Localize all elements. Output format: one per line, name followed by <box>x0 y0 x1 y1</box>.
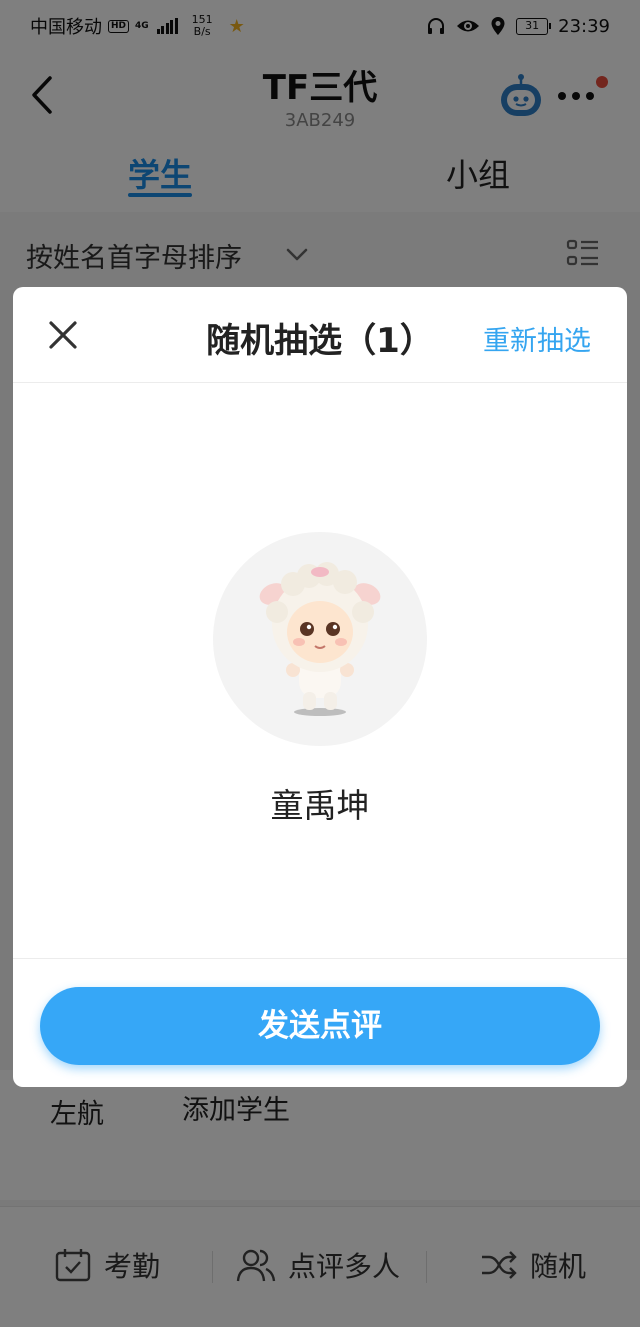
redraw-button[interactable]: 重新抽选 <box>483 319 591 358</box>
divider <box>13 958 627 959</box>
student-avatar <box>213 532 427 746</box>
lamb-costume-avatar-icon <box>259 562 381 716</box>
dialog-header: 随机抽选（1） 重新抽选 <box>13 287 627 383</box>
random-pick-dialog: 随机抽选（1） 重新抽选 童禹坤 发送点评 <box>13 287 627 1087</box>
send-review-button[interactable]: 发送点评 <box>40 987 600 1065</box>
picked-student-name: 童禹坤 <box>270 786 370 825</box>
